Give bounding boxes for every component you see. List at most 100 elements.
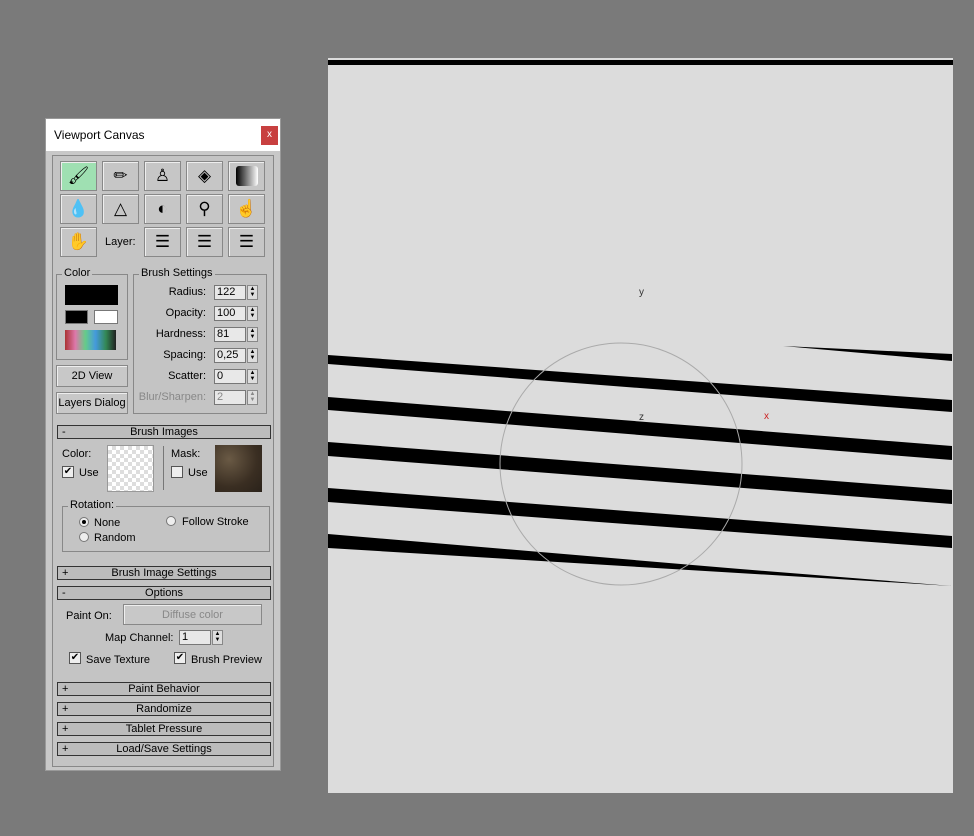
brush-preview-label: Brush Preview [191, 654, 262, 666]
map-channel-input[interactable]: 1 [179, 630, 211, 645]
spacing-spinner[interactable]: 0,25 ▲ ▼ [214, 348, 258, 363]
stroke [328, 488, 952, 548]
layers-refresh-icon: ☰ [196, 232, 213, 251]
hardness-label: Hardness: [155, 328, 206, 340]
collapse-toggle: - [62, 587, 66, 599]
layer-settings-button[interactable]: ☰ [186, 227, 223, 257]
layers-dialog-button[interactable]: Layers Dialog [56, 392, 128, 414]
rollout-title: Load/Save Settings [116, 743, 212, 755]
mask-use-checkbox[interactable] [171, 466, 183, 478]
add-layer-button[interactable]: ☰ [144, 227, 181, 257]
viewport-canvas-window: Viewport Canvas x 🖌 ✏ ♙ ◈ 💧 △ ◐ ⚲ ☝ ✋ La… [45, 118, 281, 771]
primary-color-swatch[interactable] [65, 310, 88, 324]
blur-sharpen-input[interactable]: 2 [214, 390, 246, 405]
sharpen-tool[interactable]: △ [102, 194, 139, 224]
save-texture-label: Save Texture [86, 654, 151, 666]
contrast-tool[interactable]: ◐ [144, 194, 181, 224]
axis-x-label: x [764, 411, 769, 422]
fill-tool[interactable]: ◈ [186, 161, 223, 191]
close-button[interactable]: x [261, 126, 278, 145]
map-channel-spinner[interactable]: 1 ▲ ▼ [179, 630, 223, 645]
window-title: Viewport Canvas [54, 128, 145, 142]
spinner-arrows[interactable]: ▲ ▼ [212, 630, 223, 645]
divider [163, 446, 164, 490]
brush-settings-group: Brush Settings Radius: 122 ▲ ▼ Opacity: 10… [133, 267, 267, 414]
gradient-tool[interactable] [228, 161, 265, 191]
gradient-icon [235, 166, 258, 186]
brush-images-rollout[interactable]: - Brush Images [57, 425, 271, 439]
secondary-color-swatch[interactable] [94, 310, 118, 324]
brush-preview-checkbox[interactable]: ✔ [174, 652, 186, 664]
magnifier-icon: ⚲ [198, 199, 211, 218]
spinner-arrows[interactable]: ▲ ▼ [247, 390, 258, 405]
color-brush-image[interactable] [107, 445, 154, 492]
triangle-icon: △ [113, 199, 128, 218]
rotation-follow-radio[interactable] [166, 516, 176, 526]
rollout-title: Brush Images [130, 426, 198, 438]
brush-image-settings-rollout[interactable]: + Brush Image Settings [57, 566, 271, 580]
tablet-pressure-rollout[interactable]: + Tablet Pressure [57, 722, 271, 736]
stroke [328, 534, 952, 586]
mask-brush-image[interactable] [215, 445, 262, 492]
brush-color-label: Color: [62, 448, 92, 460]
stroke [328, 355, 952, 412]
color-group-label: Color [62, 267, 93, 279]
brush-settings-label: Brush Settings [139, 267, 215, 279]
stroke [783, 346, 952, 361]
spinner-arrows[interactable]: ▲ ▼ [247, 285, 258, 300]
axis-y-label: y [639, 287, 644, 298]
mask-use-label: Use [188, 467, 208, 479]
paint-behavior-rollout[interactable]: + Paint Behavior [57, 682, 271, 696]
dodge-burn-tool[interactable]: ⚲ [186, 194, 223, 224]
blur-sharpen-spinner[interactable]: 2 ▲ ▼ [214, 390, 258, 405]
opacity-label: Opacity: [165, 307, 206, 319]
paint-on-button[interactable]: Diffuse color [123, 604, 262, 625]
rotation-group: Rotation: None Follow Stroke Random [62, 499, 270, 552]
fill-bucket-icon: ◈ [197, 166, 212, 185]
color-use-checkbox[interactable]: ✔ [62, 466, 74, 478]
hardness-spinner[interactable]: 81 ▲ ▼ [214, 327, 258, 342]
smudge-tool[interactable]: ☝ [228, 194, 265, 224]
expand-toggle: + [62, 743, 69, 755]
scatter-label: Scatter: [168, 370, 206, 382]
load-save-settings-rollout[interactable]: + Load/Save Settings [57, 742, 271, 756]
tool-panel: 🖌 ✏ ♙ ◈ 💧 △ ◐ ⚲ ☝ ✋ Layer: ☰ ☰ ☰ Color B… [52, 155, 274, 767]
spinner-arrows[interactable]: ▲ ▼ [247, 348, 258, 363]
erase-tool[interactable]: ✏ [102, 161, 139, 191]
active-color-swatch[interactable] [65, 285, 118, 305]
blur-tool[interactable]: 💧 [60, 194, 97, 224]
spinner-arrows[interactable]: ▲ ▼ [247, 306, 258, 321]
layer-save-button[interactable]: ☰ [228, 227, 265, 257]
hardness-input[interactable]: 81 [214, 327, 246, 342]
rotation-random-radio[interactable] [79, 532, 89, 542]
opacity-spinner[interactable]: 100 ▲ ▼ [214, 306, 258, 321]
options-rollout[interactable]: - Options [57, 586, 271, 600]
color-palette[interactable] [65, 330, 116, 350]
spinner-arrows[interactable]: ▲ ▼ [247, 327, 258, 342]
paint-brush-tool[interactable]: 🖌 [60, 161, 97, 191]
viewport[interactable]: y z x [328, 58, 953, 793]
randomize-rollout[interactable]: + Randomize [57, 702, 271, 716]
smudge-hand-icon: ☝ [235, 199, 258, 218]
scatter-spinner[interactable]: 0 ▲ ▼ [214, 369, 258, 384]
layers-add-icon: ☰ [154, 232, 171, 251]
pan-tool[interactable]: ✋ [60, 227, 97, 257]
opacity-input[interactable]: 100 [214, 306, 246, 321]
blur-sharpen-label: Blur/Sharpen: [138, 391, 206, 403]
spacing-input[interactable]: 0,25 [214, 348, 246, 363]
save-texture-checkbox[interactable]: ✔ [69, 652, 81, 664]
title-bar[interactable]: Viewport Canvas [46, 119, 280, 151]
none-label: None [94, 517, 121, 529]
scatter-input[interactable]: 0 [214, 369, 246, 384]
clone-tool[interactable]: ♙ [144, 161, 181, 191]
radius-input[interactable]: 122 [214, 285, 246, 300]
spinner-arrows[interactable]: ▲ ▼ [247, 369, 258, 384]
radius-spinner[interactable]: 122 ▲ ▼ [214, 285, 258, 300]
expand-toggle: + [62, 567, 69, 579]
rotation-none-radio[interactable] [79, 517, 89, 527]
brush-icon: 🖌 [67, 166, 90, 185]
color-use-label: Use [79, 467, 99, 479]
2d-view-button[interactable]: 2D View [56, 365, 128, 387]
color-group: Color [56, 267, 128, 360]
contrast-icon: ◐ [157, 199, 168, 218]
